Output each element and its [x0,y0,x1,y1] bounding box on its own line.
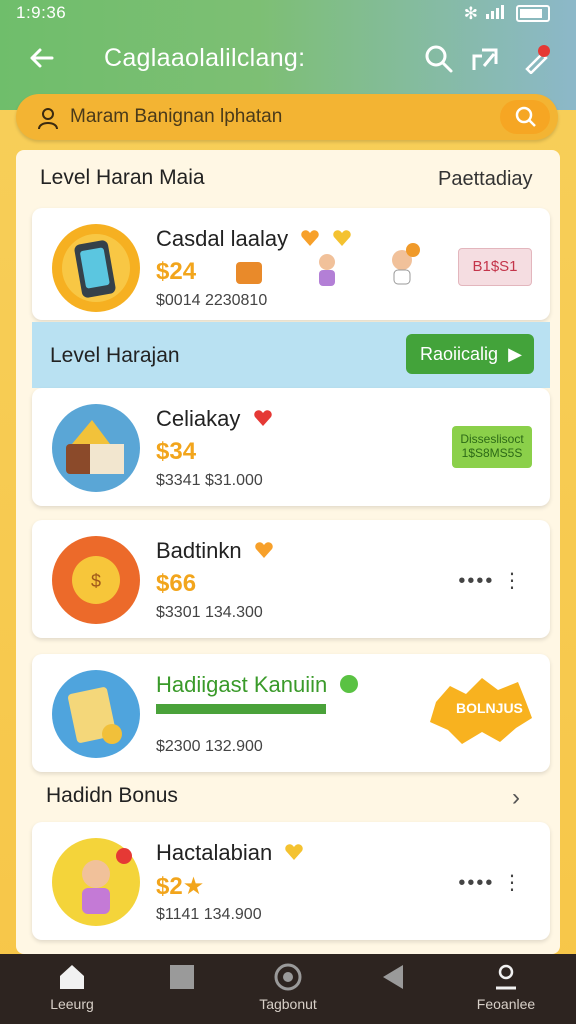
item-meta: $1141 134.900 [156,906,262,923]
list-item[interactable]: Celiakay $34 $3341 $31.000 Disseslisoct … [32,388,550,506]
home-icon [57,962,87,992]
heart-icon [284,842,304,862]
circle-icon [273,962,303,992]
heart-icon [253,408,273,428]
box-icon [236,262,262,284]
status-icons: ✻ [464,3,550,24]
user-icon [36,106,60,130]
heart-icon [332,228,352,248]
item-name: Hactalabian [156,840,304,866]
coin-thumbnail: $ [52,536,140,624]
chat-icon [339,674,359,694]
app-header: Caglaaolalilclang: [0,36,576,84]
item-name: Badtinkn [156,538,274,564]
list-item[interactable]: $ Badtinkn $66 $3301 134.300 •••• ⋮ [32,520,550,638]
edit-icon[interactable] [522,44,552,75]
status-bar: 1:9:36 ✻ [0,0,576,26]
voice-search-button[interactable] [500,100,550,134]
discount-tag[interactable]: Disseslisoct 1$S8MS5S [452,426,532,468]
search-icon[interactable] [424,44,454,74]
character-icon [386,242,422,291]
page-title: Caglaaolalilclang: [104,44,306,72]
status-time: 1:9:36 [16,3,67,22]
nav-home[interactable]: Leeurg [22,962,122,1020]
list-item[interactable]: Casdal laalay $24 $0014 2230810 B1$S1 [32,208,550,320]
item-meta: $3301 134.300 [156,604,263,621]
section-title-level: Level Haran Maia [40,166,205,189]
section-title-harajan: Level Harajan [50,344,180,367]
nav-tag[interactable]: Tagbonut [238,962,338,1020]
more-options-icon[interactable]: •••• ⋮ [458,568,524,593]
item-name: Casdal laalay [156,226,352,252]
item-price: $66 [156,570,197,597]
item-name: Celiakay [156,406,273,432]
svg-text:$: $ [91,571,101,591]
more-options-icon[interactable]: •••• ⋮ [458,870,524,895]
item-meta: $2300 132.900 [156,738,263,755]
chevron-right-icon: ▶ [508,344,522,364]
item-name: Hadiigast Kanuiin [156,672,359,698]
share-icon[interactable] [470,44,500,74]
heart-icon [300,228,320,248]
chevron-right-icon[interactable]: › [512,784,520,812]
item-meta: $0014 2230810 [156,292,268,309]
heart-icon [254,540,274,560]
triangle-back-icon [377,962,407,992]
section-title-bonus: Hadidn Bonus [46,784,178,807]
battery-icon [516,5,550,22]
section-link-right[interactable]: Paettadiay [438,168,533,191]
bottom-navigation: Leeurg Tagbonut Feoanlee [0,954,576,1024]
character-icon [312,252,342,293]
chest-thumbnail [52,404,140,492]
list-item[interactable]: Hactalabian $2★ $1141 134.900 •••• ⋮ [32,822,550,940]
signal-icon [486,3,508,24]
price-tag[interactable]: B1$S1 [458,248,532,286]
favorites-icon [491,962,521,992]
square-icon [167,962,197,992]
nav-back[interactable] [342,962,442,1020]
nav-square[interactable] [132,962,232,1020]
view-all-button[interactable]: Raoiicalig ▶ [406,334,534,374]
bluetooth-icon: ✻ [463,3,478,23]
item-price: $34 [156,438,197,465]
search-bar[interactable]: Maram Banignan lphatan [16,94,558,140]
list-item[interactable]: Hadiigast Kanuiin $2300 132.900 BOLNJUS [32,654,550,772]
item-price: $24 [156,258,197,285]
item-meta: $3341 $31.000 [156,472,263,489]
book-thumbnail [52,670,140,758]
item-price: $2★ [156,873,205,900]
phone-thumbnail [52,224,140,312]
progress-bar [156,704,326,714]
bonus-badge[interactable]: BOLNJUS [426,672,534,748]
search-placeholder: Maram Banignan lphatan [70,106,283,127]
nav-favorites[interactable]: Feoanlee [456,962,556,1020]
back-arrow-icon[interactable] [26,42,58,74]
kid-thumbnail [52,838,140,926]
